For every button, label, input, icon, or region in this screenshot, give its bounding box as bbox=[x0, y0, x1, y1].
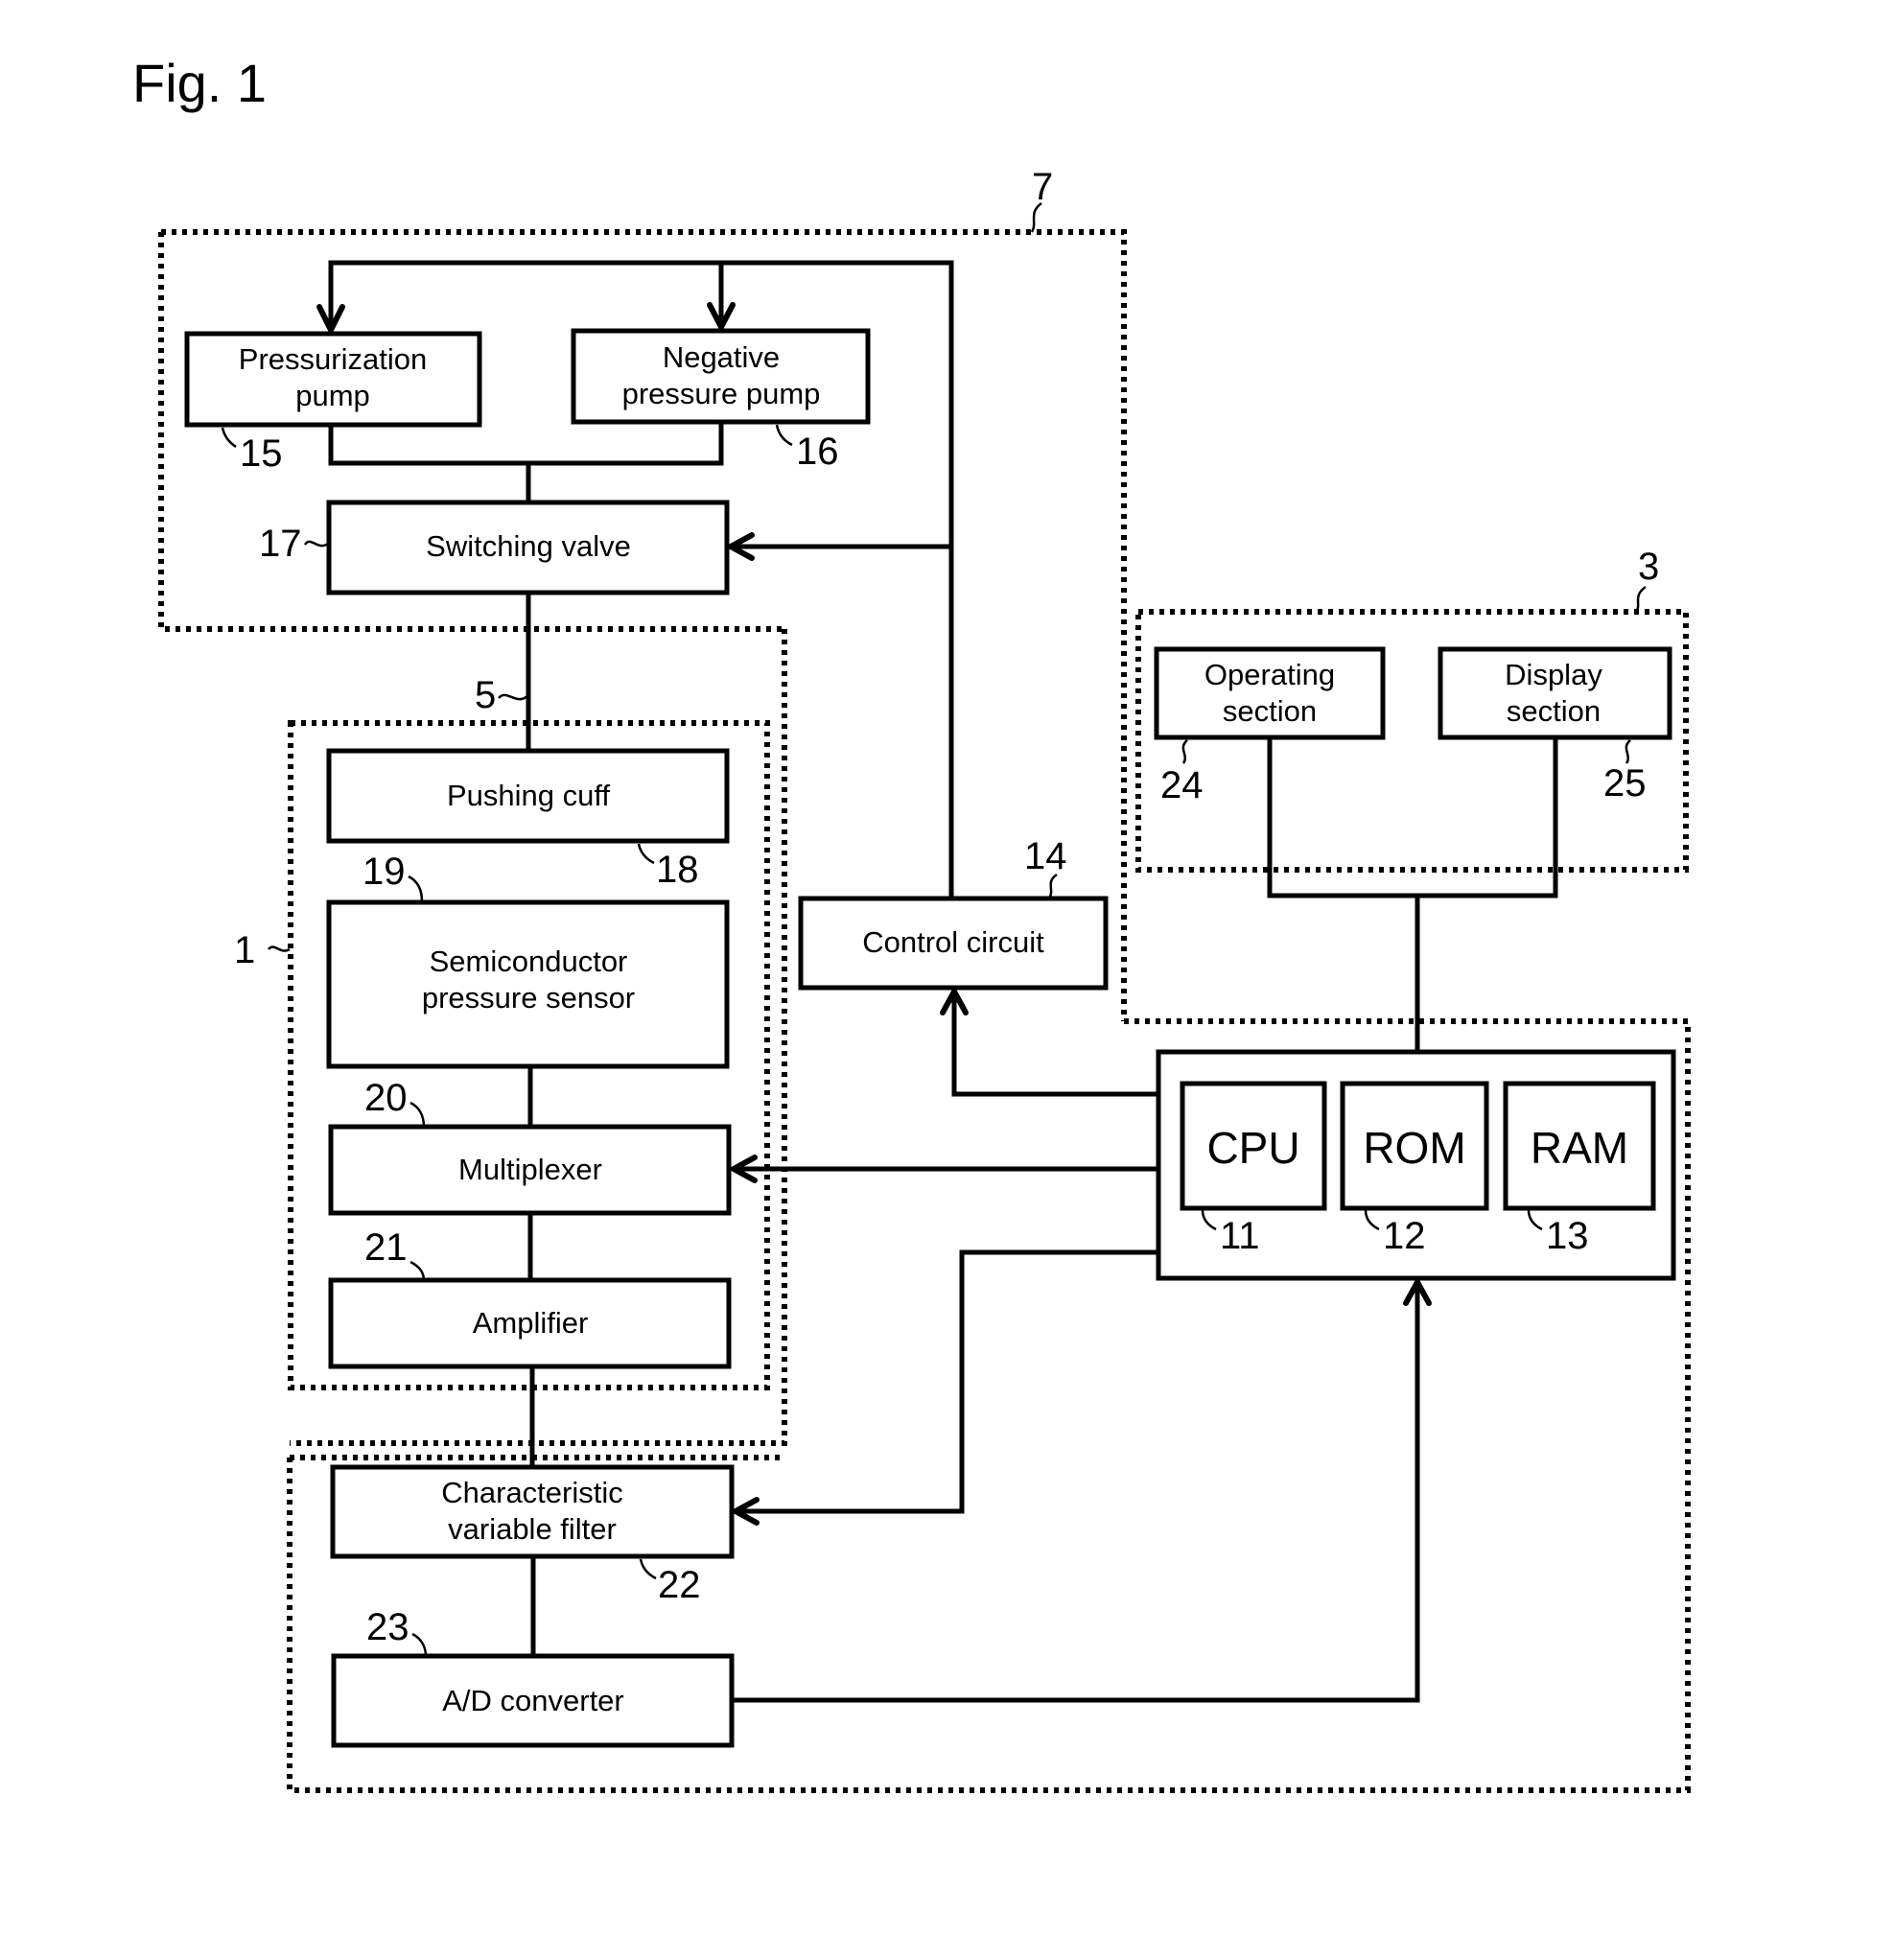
block-diagram: Fig. 1 7 3 1 5 Pressurization pump 15 Ne… bbox=[132, 53, 1691, 1793]
ref-leader bbox=[303, 540, 330, 548]
group-3-leader bbox=[1634, 585, 1647, 613]
ref-number: 20 bbox=[364, 1077, 408, 1119]
ref-leader bbox=[409, 1101, 426, 1128]
ref-number: 15 bbox=[240, 432, 283, 475]
ref-number: 16 bbox=[796, 431, 839, 473]
wire-adc-to-controller bbox=[732, 1282, 1420, 1703]
ref-number: 12 bbox=[1383, 1215, 1426, 1257]
ref-number: 18 bbox=[656, 849, 699, 891]
block-label-line: Switching valve bbox=[426, 529, 631, 563]
ref-number: 23 bbox=[366, 1606, 409, 1648]
ref-leader bbox=[408, 875, 424, 902]
block-label-line: Control circuit bbox=[862, 925, 1044, 959]
group-7-ref: 7 bbox=[1032, 166, 1053, 208]
block-label-line: Semiconductor bbox=[430, 945, 628, 978]
block-label-line: A/D converter bbox=[442, 1684, 624, 1717]
block-label-line: Negative bbox=[663, 340, 780, 374]
block-label-line: variable filter bbox=[448, 1512, 617, 1546]
block-label-line: CPU bbox=[1206, 1123, 1299, 1173]
group-3-ref: 3 bbox=[1638, 546, 1659, 588]
wire-pumps-merge bbox=[328, 422, 724, 502]
ref-number: 17 bbox=[259, 523, 302, 565]
ref-number: 21 bbox=[364, 1226, 408, 1269]
ref-number: 19 bbox=[362, 851, 406, 893]
block-label-line: section bbox=[1223, 694, 1317, 728]
group-1-ref: 1 bbox=[234, 929, 255, 971]
block-label-line: section bbox=[1507, 694, 1601, 728]
block-label-line: Display bbox=[1505, 658, 1602, 691]
block-label-line: Multiplexer bbox=[458, 1153, 602, 1186]
ref-leader bbox=[639, 1558, 657, 1580]
ref-leader bbox=[637, 843, 655, 865]
block-label-line: pump bbox=[295, 379, 370, 412]
ref-number: 13 bbox=[1546, 1215, 1589, 1257]
block-label-line: pressure sensor bbox=[422, 981, 635, 1015]
block-label-line: ROM bbox=[1363, 1123, 1465, 1173]
ref-leader bbox=[221, 427, 237, 449]
ref-number: 24 bbox=[1160, 764, 1204, 806]
wire-ui-to-controller bbox=[1267, 737, 1558, 1052]
ref-leader bbox=[1181, 739, 1188, 764]
ref-leader bbox=[1047, 873, 1058, 899]
ref-leader bbox=[411, 1632, 428, 1657]
ref-number: 11 bbox=[1220, 1215, 1260, 1257]
wire-controller-to-control-circuit bbox=[951, 992, 1158, 1097]
group-5-ref: 5 bbox=[475, 674, 496, 716]
figure-title: Fig. 1 bbox=[132, 53, 267, 113]
block-label-line: Pushing cuff bbox=[447, 779, 610, 812]
ref-leader bbox=[409, 1260, 426, 1281]
block-label-line: Amplifier bbox=[473, 1306, 589, 1340]
block-main-controller: CPU 11 ROM 12 RAM 13 bbox=[1156, 1049, 1676, 1281]
ref-number: 22 bbox=[658, 1564, 701, 1606]
group-1-leader bbox=[268, 945, 291, 952]
ref-leader bbox=[1625, 739, 1631, 764]
block-label-line: Characteristic bbox=[441, 1476, 623, 1509]
block-label-line: Operating bbox=[1204, 658, 1335, 691]
group-5-leader bbox=[498, 693, 528, 701]
block-label-line: RAM bbox=[1531, 1123, 1628, 1173]
block-switching-valve: Switching valve 17 bbox=[259, 500, 730, 595]
ref-number: 14 bbox=[1024, 835, 1067, 877]
block-label-line: Pressurization bbox=[239, 342, 427, 376]
block-label-line: pressure pump bbox=[622, 377, 821, 410]
ref-leader bbox=[775, 424, 793, 447]
ref-number: 25 bbox=[1603, 762, 1647, 805]
wire-controller-to-filter bbox=[736, 1249, 1158, 1514]
